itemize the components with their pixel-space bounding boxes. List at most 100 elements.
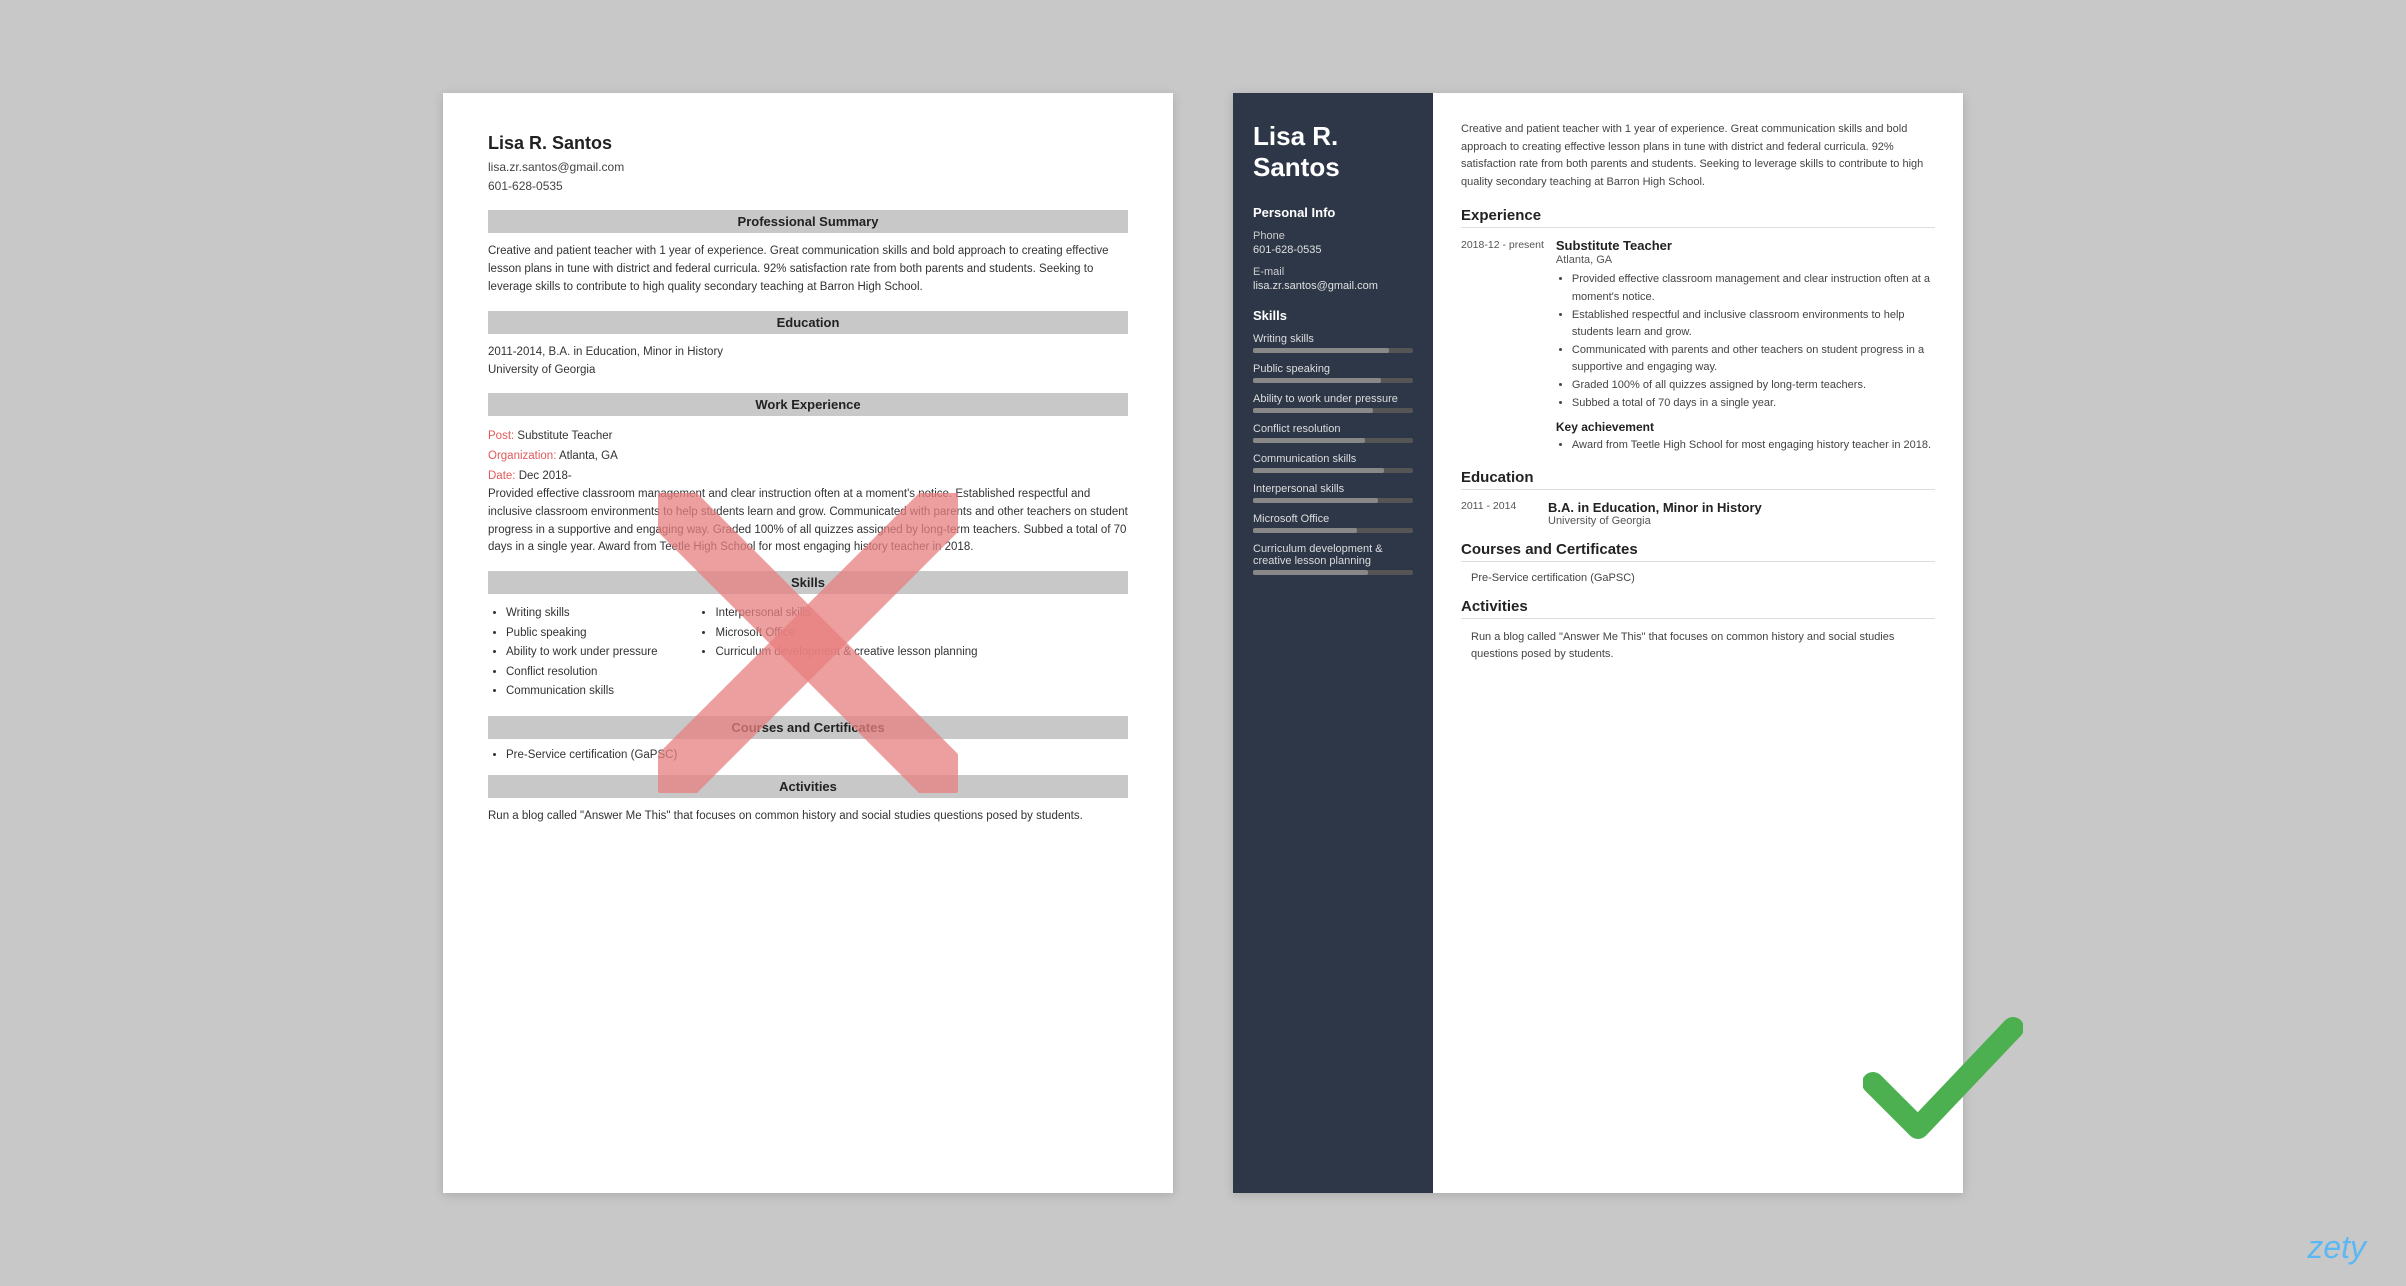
- right-education-title: Education: [1461, 469, 1935, 490]
- right-sidebar: Lisa R. Santos Personal Info Phone 601-6…: [1233, 93, 1433, 1193]
- right-skill-item: Microsoft Office: [1253, 513, 1413, 533]
- skill-bar-bg: [1253, 570, 1413, 575]
- left-summary-header: Professional Summary: [488, 210, 1128, 233]
- left-courses-list: Pre-Service certification (GaPSC): [488, 749, 1128, 761]
- skill-bar-bg: [1253, 408, 1413, 413]
- skill-bar-bg: [1253, 528, 1413, 533]
- skill-bar-bg: [1253, 438, 1413, 443]
- skill-item: Curriculum development & creative lesson…: [715, 643, 977, 663]
- right-location: Atlanta, GA: [1556, 254, 1935, 266]
- skill-item: Microsoft Office: [715, 624, 977, 644]
- bullet-item: Graded 100% of all quizzes assigned by l…: [1572, 377, 1935, 395]
- right-achievement-title: Key achievement: [1556, 420, 1935, 434]
- skill-name: Ability to work under pressure: [1253, 393, 1413, 405]
- right-skills-list: Writing skills Public speaking Ability t…: [1253, 333, 1413, 575]
- right-achievement-bullets: Award from Teetle High School for most e…: [1556, 437, 1935, 455]
- right-skill-item: Interpersonal skills: [1253, 483, 1413, 503]
- left-work-description: Provided effective classroom management …: [488, 486, 1128, 557]
- skill-bar-bg: [1253, 468, 1413, 473]
- bullet-item: Provided effective classroom management …: [1572, 271, 1935, 306]
- skill-name: Microsoft Office: [1253, 513, 1413, 525]
- right-skill-item: Public speaking: [1253, 363, 1413, 383]
- skill-item: Public speaking: [506, 624, 657, 644]
- right-edu-school: University of Georgia: [1548, 515, 1762, 527]
- left-activities-header: Activities: [488, 775, 1128, 798]
- left-education-header: Education: [488, 311, 1128, 334]
- right-edu-date: 2011 - 2014: [1461, 500, 1536, 527]
- right-activities-text: Run a blog called "Answer Me This" that …: [1471, 629, 1935, 664]
- left-courses-header: Courses and Certificates: [488, 716, 1128, 739]
- right-email-label: E-mail: [1253, 266, 1413, 278]
- left-org-label: Organization:: [488, 450, 559, 462]
- right-edu-entry: 2011 - 2014 B.A. in Education, Minor in …: [1461, 500, 1935, 527]
- skill-item: Communication skills: [506, 682, 657, 702]
- left-work-header: Work Experience: [488, 393, 1128, 416]
- achievement-item: Award from Teetle High School for most e…: [1572, 437, 1935, 455]
- right-summary: Creative and patient teacher with 1 year…: [1461, 121, 1935, 191]
- page-container: Lisa R. Santos lisa.zr.santos@gmail.com …: [0, 0, 2406, 1286]
- right-skill-item: Ability to work under pressure: [1253, 393, 1413, 413]
- skill-name: Writing skills: [1253, 333, 1413, 345]
- skill-bar-bg: [1253, 378, 1413, 383]
- left-skills-container: Writing skills Public speaking Ability t…: [488, 604, 1128, 702]
- right-exp-date: 2018-12 - present: [1461, 238, 1544, 454]
- left-skills-header: Skills: [488, 571, 1128, 594]
- left-phone: 601-628-0535: [488, 179, 563, 193]
- right-skill-item: Writing skills: [1253, 333, 1413, 353]
- right-main-content: Creative and patient teacher with 1 year…: [1433, 93, 1963, 1193]
- right-skill-item: Curriculum development & creative lesson…: [1253, 543, 1413, 575]
- right-bullets-list: Provided effective classroom management …: [1556, 271, 1935, 412]
- bullet-item: Subbed a total of 70 days in a single ye…: [1572, 395, 1935, 413]
- skill-bar-bg: [1253, 348, 1413, 353]
- right-skills-title: Skills: [1253, 308, 1413, 323]
- right-edu-details: B.A. in Education, Minor in History Univ…: [1548, 500, 1762, 527]
- resume-bad-example: Lisa R. Santos lisa.zr.santos@gmail.com …: [443, 93, 1173, 1193]
- skill-item: Ability to work under pressure: [506, 643, 657, 663]
- zety-brand: zety: [2307, 1229, 2366, 1266]
- right-experience-title: Experience: [1461, 207, 1935, 228]
- skill-name: Public speaking: [1253, 363, 1413, 375]
- left-post-label: Post:: [488, 430, 517, 442]
- skill-bar-fill: [1253, 408, 1373, 413]
- left-education-text: 2011-2014, B.A. in Education, Minor in H…: [488, 344, 1128, 380]
- right-phone-label: Phone: [1253, 230, 1413, 242]
- skill-bar-fill: [1253, 348, 1389, 353]
- skill-item: Conflict resolution: [506, 663, 657, 683]
- left-skills-col2: Interpersonal skills Microsoft Office Cu…: [697, 604, 977, 702]
- skill-bar-fill: [1253, 468, 1384, 473]
- left-name: Lisa R. Santos: [488, 133, 1128, 154]
- right-edu-degree: B.A. in Education, Minor in History: [1548, 500, 1762, 515]
- skill-bar-fill: [1253, 378, 1381, 383]
- right-personal-info-title: Personal Info: [1253, 205, 1413, 220]
- right-courses-title: Courses and Certificates: [1461, 541, 1935, 562]
- skill-item: Interpersonal skills: [715, 604, 977, 624]
- right-cert-item: Pre-Service certification (GaPSC): [1471, 572, 1935, 584]
- skill-bar-fill: [1253, 438, 1365, 443]
- skill-name: Communication skills: [1253, 453, 1413, 465]
- skill-bar-bg: [1253, 498, 1413, 503]
- skill-bar-fill: [1253, 498, 1378, 503]
- left-email: lisa.zr.santos@gmail.com: [488, 160, 624, 174]
- right-skill-item: Communication skills: [1253, 453, 1413, 473]
- right-exp-details: Substitute Teacher Atlanta, GA Provided …: [1556, 238, 1935, 454]
- left-activities-text: Run a blog called "Answer Me This" that …: [488, 808, 1128, 826]
- left-course-item: Pre-Service certification (GaPSC): [506, 749, 1128, 761]
- right-phone-value: 601-628-0535: [1253, 244, 1413, 256]
- left-date-label: Date:: [488, 470, 519, 482]
- left-contact: lisa.zr.santos@gmail.com 601-628-0535: [488, 158, 1128, 196]
- bullet-item: Communicated with parents and other teac…: [1572, 342, 1935, 377]
- left-summary-text: Creative and patient teacher with 1 year…: [488, 243, 1128, 296]
- skill-name: Interpersonal skills: [1253, 483, 1413, 495]
- left-skills-col1: Writing skills Public speaking Ability t…: [488, 604, 657, 702]
- resume-good-example: Lisa R. Santos Personal Info Phone 601-6…: [1233, 93, 1963, 1193]
- skill-name: Conflict resolution: [1253, 423, 1413, 435]
- right-activities-title: Activities: [1461, 598, 1935, 619]
- bullet-item: Established respectful and inclusive cla…: [1572, 307, 1935, 342]
- right-email-value: lisa.zr.santos@gmail.com: [1253, 280, 1413, 292]
- right-sidebar-name: Lisa R. Santos: [1253, 121, 1413, 183]
- right-exp-entry: 2018-12 - present Substitute Teacher Atl…: [1461, 238, 1935, 454]
- skill-item: Writing skills: [506, 604, 657, 624]
- skill-bar-fill: [1253, 528, 1357, 533]
- skill-name: Curriculum development & creative lesson…: [1253, 543, 1413, 567]
- left-work-entry: Post: Substitute Teacher Organization: A…: [488, 426, 1128, 557]
